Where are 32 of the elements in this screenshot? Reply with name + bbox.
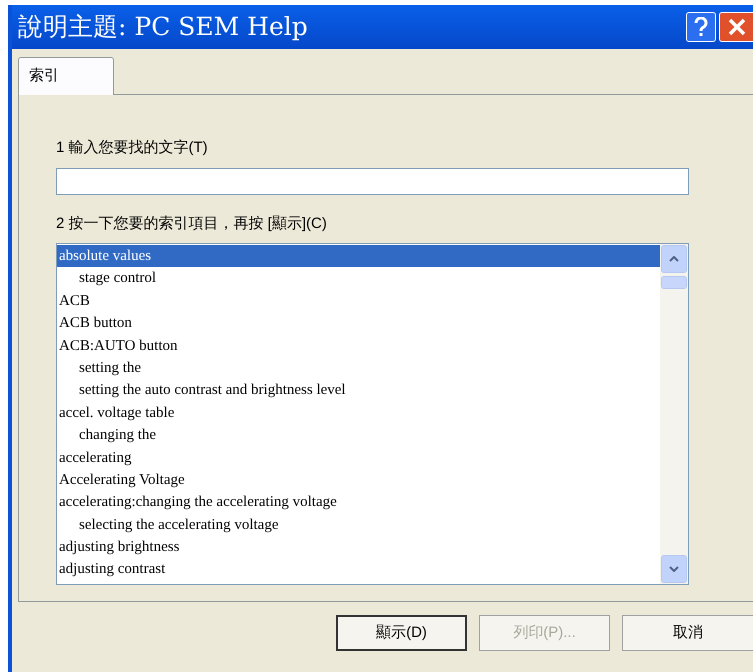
list-item[interactable]: accelerating [57,446,660,469]
list-item[interactable]: setting the auto contrast and brightness level [57,379,660,402]
list-item[interactable]: Accelerating Voltage [57,468,660,492]
list-item[interactable]: adjusting contrast [57,558,660,581]
close-icon [728,18,746,36]
chevron-up-icon [669,256,679,262]
scrollbar[interactable] [660,244,688,584]
close-button[interactable] [719,12,753,42]
list-item[interactable]: accelerating:changing the accelerating voltage [57,491,660,514]
scroll-down-button[interactable] [661,555,687,583]
list-item[interactable]: ACB [57,290,660,312]
list-item[interactable]: accel. voltage table [57,402,660,424]
list-item[interactable]: ACB:AUTO button [57,334,660,357]
list-label: 2 按一下您要的索引項目，再按 [顯示](C) [56,214,328,234]
scroll-thumb[interactable] [661,276,687,289]
dialog-button[interactable]: 取消 [622,615,753,651]
search-field[interactable] [56,168,689,194]
list-item[interactable]: absolute values [57,245,660,268]
list-item[interactable]: ACB button [57,312,660,335]
help-button[interactable] [686,12,716,42]
list-item[interactable]: changing the [57,424,660,447]
tab[interactable]: 索引 [18,57,114,95]
field-label: 1 輸入您要找的文字(T) [56,138,209,158]
list-item[interactable]: stage control [57,267,660,290]
chevron-down-icon [669,566,679,572]
dialog-button[interactable]: 顯示(D) [336,615,467,651]
list-item[interactable]: selecting the accelerating voltage [57,514,660,536]
list-item[interactable]: adjusting brightness [57,536,660,558]
scroll-up-button[interactable] [661,245,687,273]
list-item[interactable]: setting the [57,356,660,380]
window-title: 說明主題: PC SEM Help [18,11,309,44]
question-mark-icon [694,17,708,37]
